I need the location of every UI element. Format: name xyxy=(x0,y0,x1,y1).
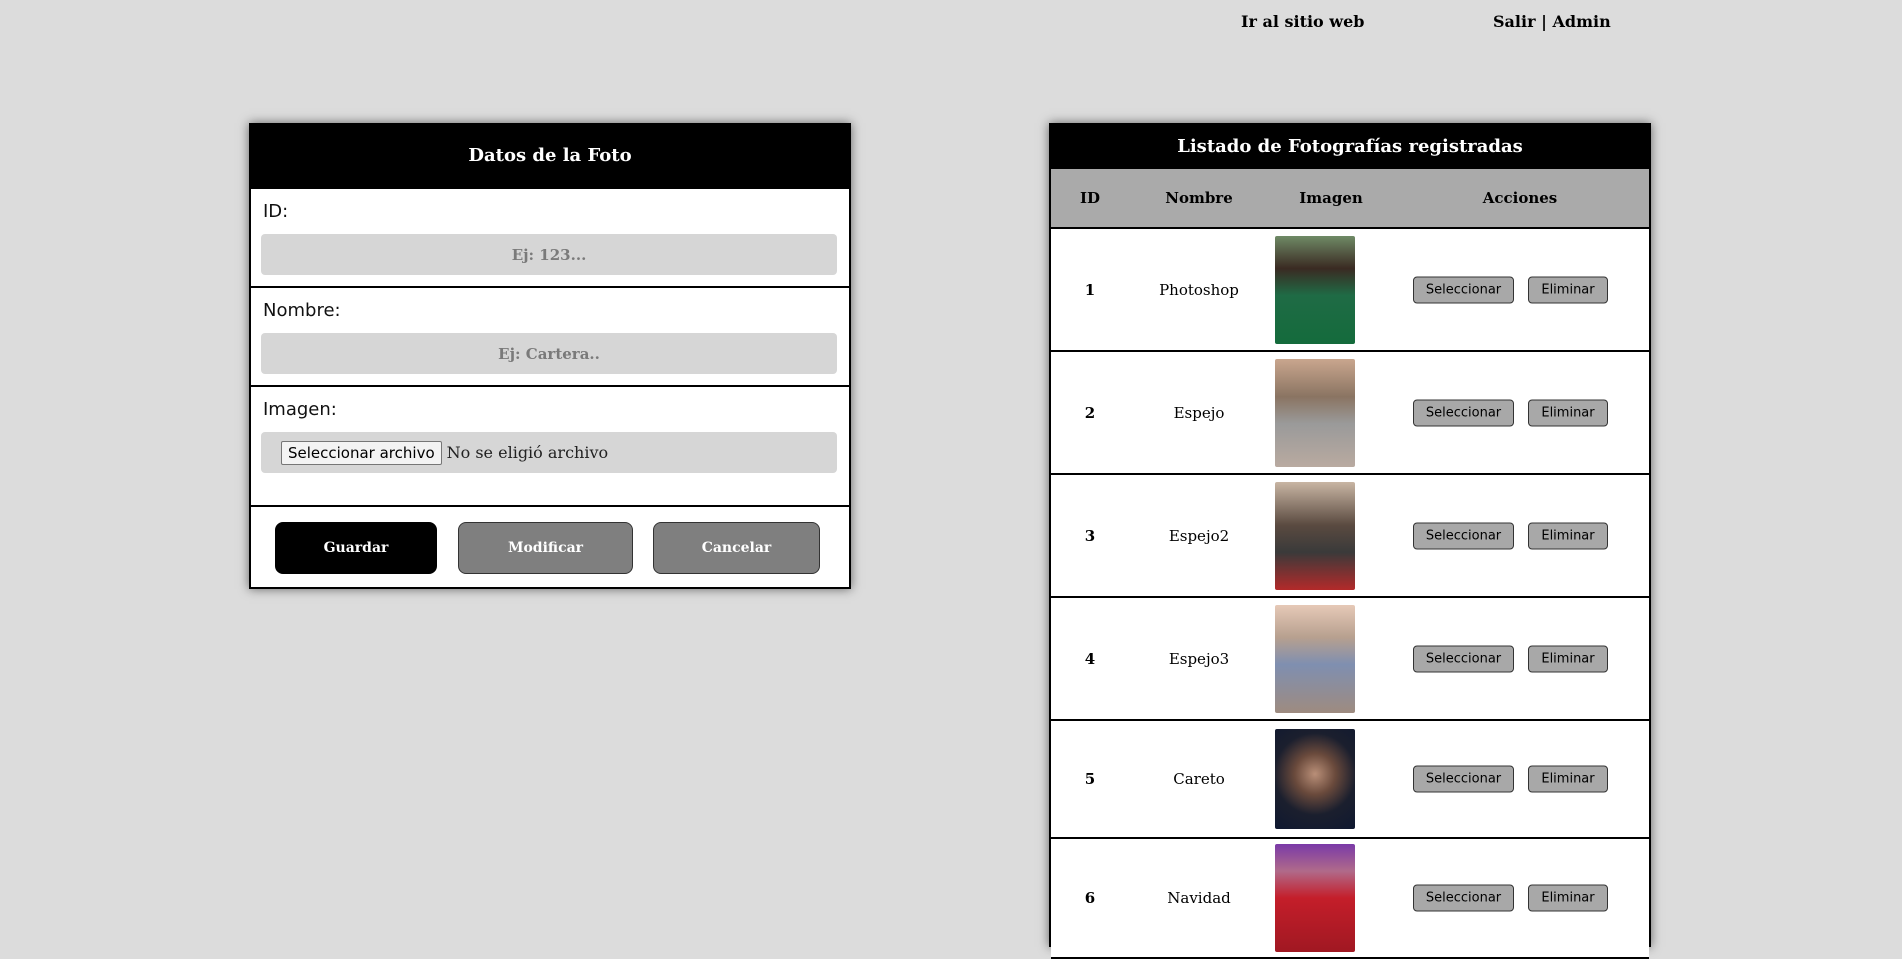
delete-button[interactable]: Eliminar xyxy=(1528,765,1608,793)
header-id: ID xyxy=(1079,189,1101,207)
name-field-group: Nombre: xyxy=(251,286,849,385)
table-row: 3 Espejo2 Seleccionar Eliminar xyxy=(1051,475,1649,598)
id-field-group: ID: xyxy=(251,187,849,286)
row-name: Espejo2 xyxy=(1168,526,1230,545)
save-button[interactable]: Guardar xyxy=(275,522,437,574)
delete-button[interactable]: Eliminar xyxy=(1528,276,1608,303)
file-input: Seleccionar archivo No se eligió archivo xyxy=(261,432,837,473)
select-button[interactable]: Seleccionar xyxy=(1413,645,1514,672)
table-row: 5 Careto Seleccionar Eliminar xyxy=(1051,721,1649,839)
id-input[interactable] xyxy=(261,234,837,275)
cancel-button[interactable]: Cancelar xyxy=(653,522,820,574)
choose-file-button[interactable]: Seleccionar archivo xyxy=(281,440,442,465)
row-id: 6 xyxy=(1084,889,1096,907)
list-title: Listado de Fotografías registradas xyxy=(1051,125,1649,169)
header-name: Nombre xyxy=(1165,189,1233,207)
delete-button[interactable]: Eliminar xyxy=(1528,522,1608,549)
delete-button[interactable]: Eliminar xyxy=(1528,884,1608,912)
table-row: 1 Photoshop Seleccionar Eliminar xyxy=(1051,229,1649,352)
modify-button[interactable]: Modificar xyxy=(458,522,633,574)
image-field-group: Imagen: Seleccionar archivo No se eligió… xyxy=(251,385,849,505)
photo-list-panel: Listado de Fotografías registradas ID No… xyxy=(1049,123,1651,959)
header-image: Imagen xyxy=(1299,189,1363,207)
select-button[interactable]: Seleccionar xyxy=(1413,522,1514,549)
photo-form-panel: Datos de la Foto ID: Nombre: Imagen: Sel… xyxy=(249,123,851,589)
select-button[interactable]: Seleccionar xyxy=(1413,884,1514,912)
photo-thumbnail xyxy=(1275,235,1355,344)
form-title: Datos de la Foto xyxy=(251,125,849,187)
photo-thumbnail xyxy=(1275,844,1355,952)
delete-button[interactable]: Eliminar xyxy=(1528,399,1608,426)
table-header: ID Nombre Imagen Acciones xyxy=(1051,169,1649,229)
row-name: Espejo3 xyxy=(1168,649,1230,668)
photo-thumbnail xyxy=(1275,604,1355,713)
row-id: 3 xyxy=(1084,526,1096,545)
table-row: 2 Espejo Seleccionar Eliminar xyxy=(1051,352,1649,475)
row-id: 2 xyxy=(1084,403,1096,422)
row-name: Espejo xyxy=(1173,403,1225,422)
table-row: 4 Espejo3 Seleccionar Eliminar xyxy=(1051,598,1649,721)
table-row: 6 Navidad Seleccionar Eliminar xyxy=(1051,839,1649,959)
row-id: 5 xyxy=(1084,770,1096,788)
delete-button[interactable]: Eliminar xyxy=(1528,645,1608,672)
select-button[interactable]: Seleccionar xyxy=(1413,765,1514,793)
name-input[interactable] xyxy=(261,333,837,374)
select-button[interactable]: Seleccionar xyxy=(1413,276,1514,303)
row-name: Photoshop xyxy=(1159,280,1239,299)
name-label: Nombre: xyxy=(263,300,341,321)
row-name: Careto xyxy=(1173,770,1225,788)
photo-thumbnail xyxy=(1275,481,1355,590)
site-link[interactable]: Ir al sitio web xyxy=(1241,12,1364,31)
id-label: ID: xyxy=(263,201,289,222)
file-status: No se eligió archivo xyxy=(446,443,609,462)
select-button[interactable]: Seleccionar xyxy=(1413,399,1514,426)
row-id: 4 xyxy=(1084,649,1096,668)
logout-link[interactable]: Salir | Admin xyxy=(1493,12,1611,31)
photo-thumbnail xyxy=(1275,729,1355,829)
image-label: Imagen: xyxy=(263,399,337,420)
form-actions: Guardar Modificar Cancelar xyxy=(251,505,849,587)
row-name: Navidad xyxy=(1167,889,1231,907)
header-actions: Acciones xyxy=(1482,189,1558,207)
row-id: 1 xyxy=(1084,280,1096,299)
photo-thumbnail xyxy=(1275,358,1355,467)
